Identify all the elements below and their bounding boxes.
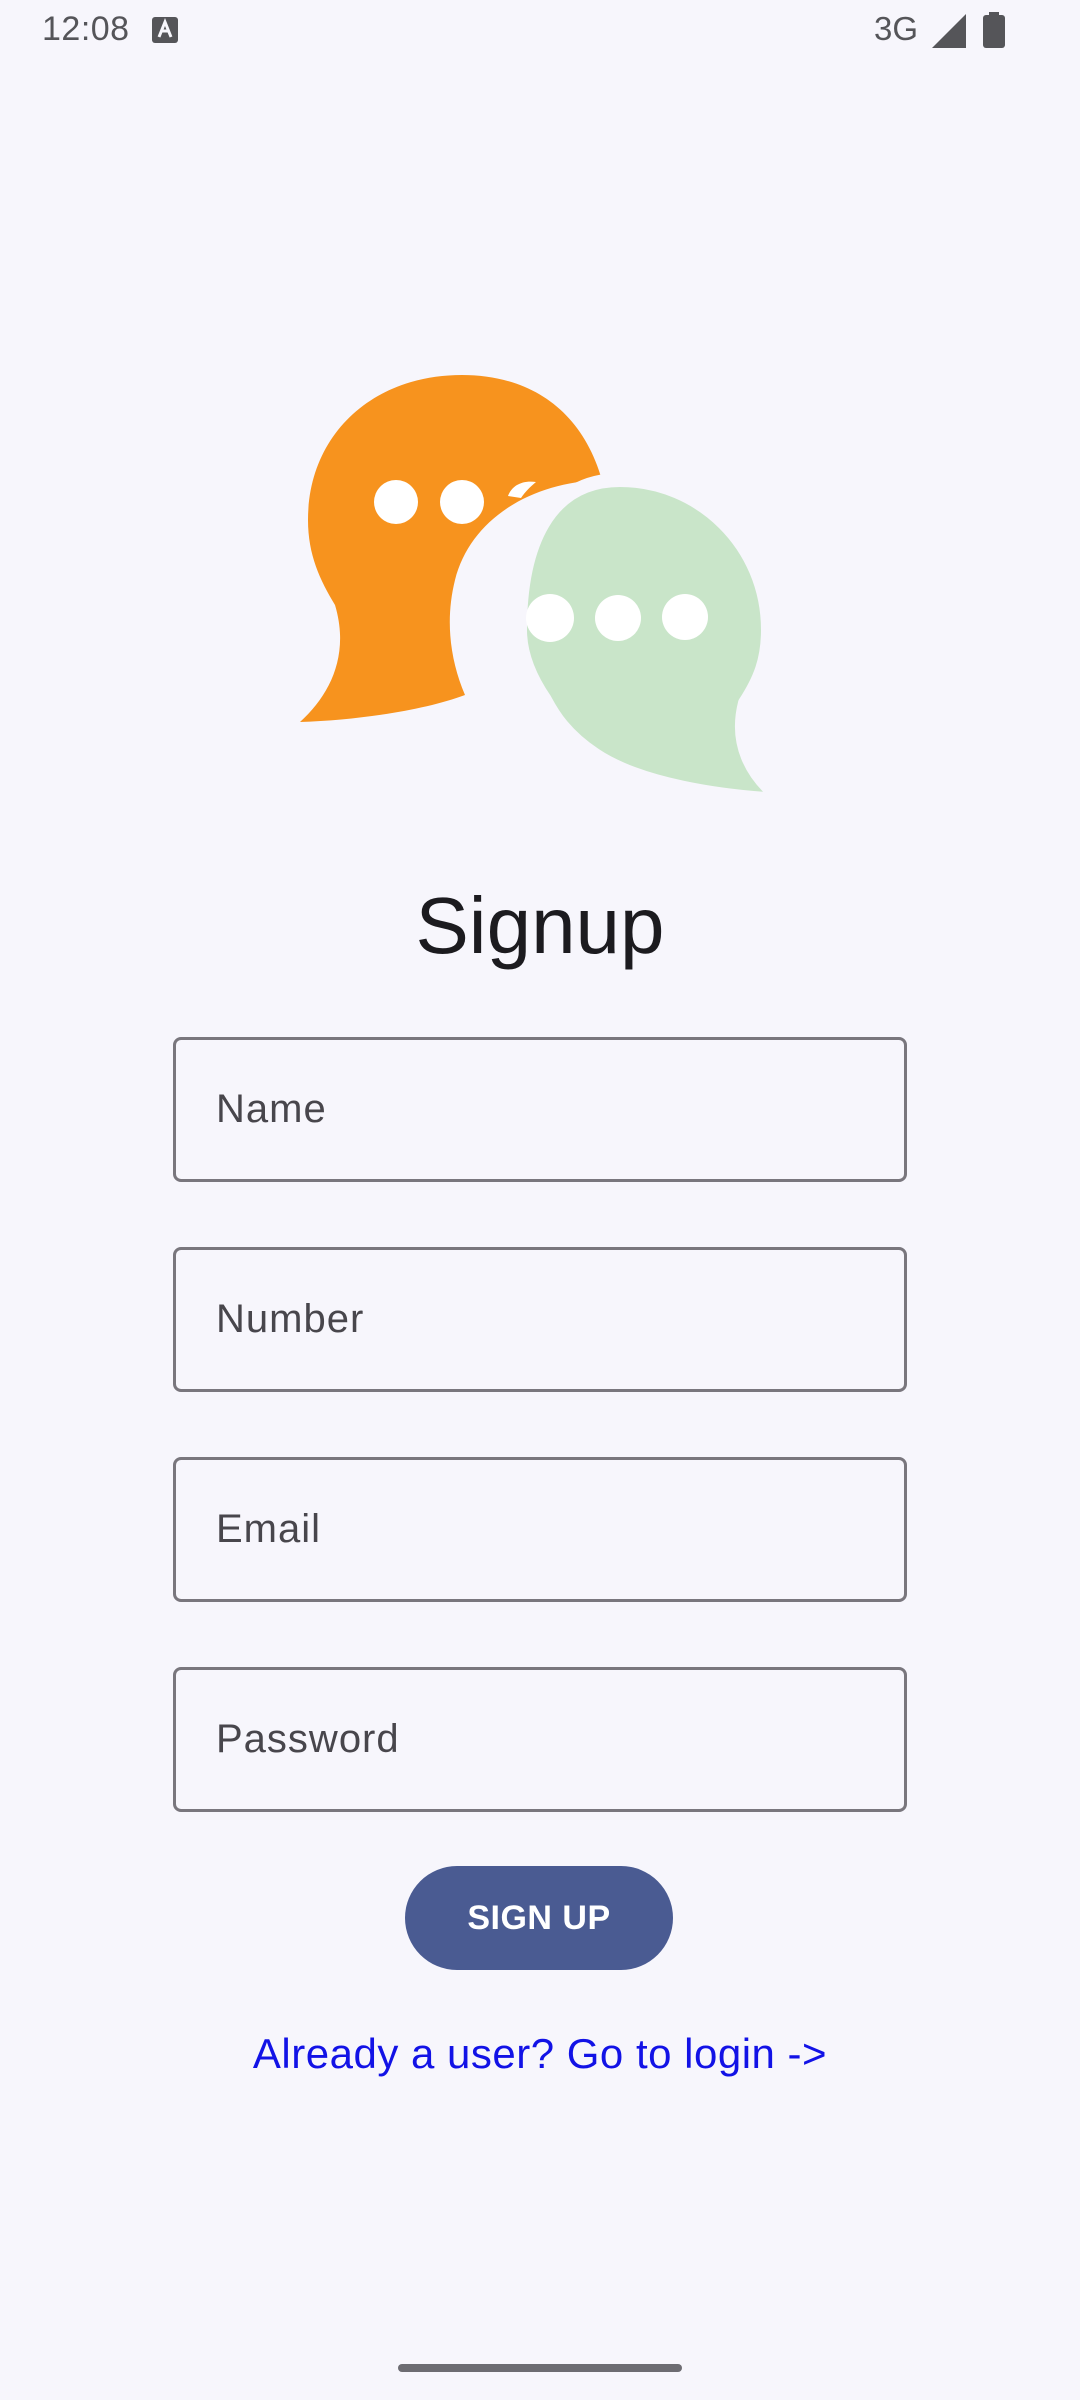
status-time: 12:08 xyxy=(42,10,130,48)
password-field[interactable]: Password xyxy=(173,1667,907,1812)
network-type: 3G xyxy=(874,10,919,47)
chat-bubbles-icon xyxy=(300,375,790,807)
signal-icon xyxy=(932,14,966,48)
page-title: Signup xyxy=(415,881,665,970)
email-placeholder: Email xyxy=(216,1507,322,1551)
login-link[interactable]: Already a user? Go to login -> xyxy=(0,2024,1080,2084)
status-bar: 12:08 3G xyxy=(0,0,1080,64)
home-indicator[interactable] xyxy=(398,2364,682,2372)
a-icon xyxy=(152,17,178,43)
battery-icon xyxy=(983,12,1005,48)
email-field[interactable]: Email xyxy=(173,1457,907,1602)
name-field[interactable]: Name xyxy=(173,1037,907,1182)
number-placeholder: Number xyxy=(216,1297,365,1341)
password-placeholder: Password xyxy=(216,1717,400,1761)
signup-button[interactable]: SIGN UP xyxy=(405,1866,673,1970)
name-placeholder: Name xyxy=(216,1087,327,1131)
number-field[interactable]: Number xyxy=(173,1247,907,1392)
